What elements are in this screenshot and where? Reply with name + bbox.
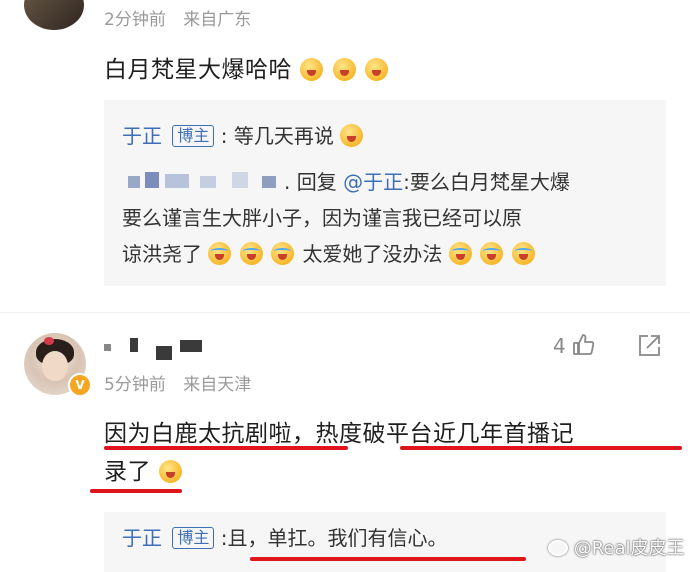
redacted-username-block bbox=[262, 176, 276, 188]
redacted-username bbox=[128, 176, 140, 188]
reply2-line3-row: 谅洪尧了 太爱她了没办法 bbox=[122, 236, 537, 272]
crying-laugh-emoji-icon bbox=[511, 242, 535, 265]
like-count: 4 bbox=[553, 334, 566, 358]
blogger-badge: 博主 bbox=[172, 527, 215, 549]
verified-badge-icon: V bbox=[68, 373, 92, 397]
highlight-underline bbox=[400, 446, 682, 450]
redacted-username-block bbox=[156, 346, 172, 360]
redacted-username-block bbox=[200, 176, 216, 188]
comment-time: 2分钟前 bbox=[104, 10, 166, 30]
like-button[interactable]: 4 bbox=[553, 333, 596, 358]
redacted-username-block bbox=[232, 172, 248, 188]
redacted-username-block bbox=[180, 340, 202, 352]
reply-row: 于正 博主 : 等几天再说 bbox=[122, 118, 365, 154]
comment-text-line1: 因为白鹿太抗剧啦，热度破平台近几年首播记 bbox=[104, 421, 574, 447]
reply-prefix: . 回复 bbox=[284, 170, 337, 194]
watermark-text: @Real皮皮王 bbox=[573, 538, 685, 559]
comment-text-line2-row: 录了 bbox=[104, 452, 184, 486]
comment-meta: 2分钟前 来自广东 bbox=[104, 5, 251, 30]
reply-row-2: . 回复 @于正:要么白月梵星大爆 bbox=[284, 164, 570, 200]
reply2-line3-end: 太爱她了没办法 bbox=[302, 242, 443, 266]
reply-text: :且，单扛。我们有信心。 bbox=[220, 526, 448, 550]
highlight-underline bbox=[250, 557, 526, 561]
avatar[interactable] bbox=[24, 0, 84, 30]
highlight-underline bbox=[104, 446, 348, 450]
redacted-username-block bbox=[165, 174, 189, 188]
reply-author[interactable]: 于正 bbox=[122, 124, 162, 148]
thumbs-up-icon bbox=[573, 334, 595, 355]
reply2-line2: 要么谨言生大胖小子，因为谨言我已经可以原 bbox=[122, 206, 522, 230]
comment-meta: 5分钟前 来自天津 bbox=[104, 370, 251, 395]
party-face-icon bbox=[299, 58, 323, 81]
comment-text-content: 白月梵星大爆哈哈 bbox=[104, 57, 292, 83]
comment-location: 来自广东 bbox=[183, 10, 252, 30]
share-icon[interactable] bbox=[636, 333, 662, 359]
crying-laugh-emoji-icon bbox=[271, 242, 295, 265]
reply-colon: : bbox=[220, 124, 228, 148]
laugh-emoji-icon bbox=[365, 58, 389, 81]
redacted-username-block bbox=[130, 338, 138, 352]
redacted-username-block bbox=[145, 172, 159, 188]
weibo-logo-icon bbox=[548, 540, 568, 556]
thinking-emoji-icon bbox=[340, 124, 364, 147]
crying-laugh-emoji-icon bbox=[480, 242, 504, 265]
reply2-line1: :要么白月梵星大爆 bbox=[403, 170, 570, 194]
mention-link[interactable]: @于正 bbox=[343, 170, 403, 194]
crying-laugh-emoji-icon bbox=[208, 242, 232, 265]
divider bbox=[0, 312, 690, 313]
blogger-badge: 博主 bbox=[172, 125, 215, 147]
comment-text-line2: 录了 bbox=[104, 459, 151, 485]
reply-author[interactable]: 于正 bbox=[122, 526, 162, 550]
crying-laugh-emoji-icon bbox=[448, 242, 472, 265]
crying-laugh-emoji-icon bbox=[239, 242, 263, 265]
highlight-underline bbox=[90, 489, 182, 493]
watermark: @Real皮皮王 bbox=[548, 534, 685, 560]
reply-row: 于正 博主 :且，单扛。我们有信心。 bbox=[122, 520, 447, 556]
laugh-emoji-icon bbox=[332, 58, 356, 81]
comment-text: 白月梵星大爆哈哈 bbox=[104, 50, 390, 84]
comment-time: 5分钟前 bbox=[104, 375, 166, 395]
comment-location: 来自天津 bbox=[183, 375, 252, 395]
reply-text: 等几天再说 bbox=[233, 124, 334, 148]
redacted-username-block bbox=[104, 344, 111, 351]
smile-emoji-icon bbox=[158, 460, 182, 483]
reply2-line3: 谅洪尧了 bbox=[122, 242, 202, 266]
